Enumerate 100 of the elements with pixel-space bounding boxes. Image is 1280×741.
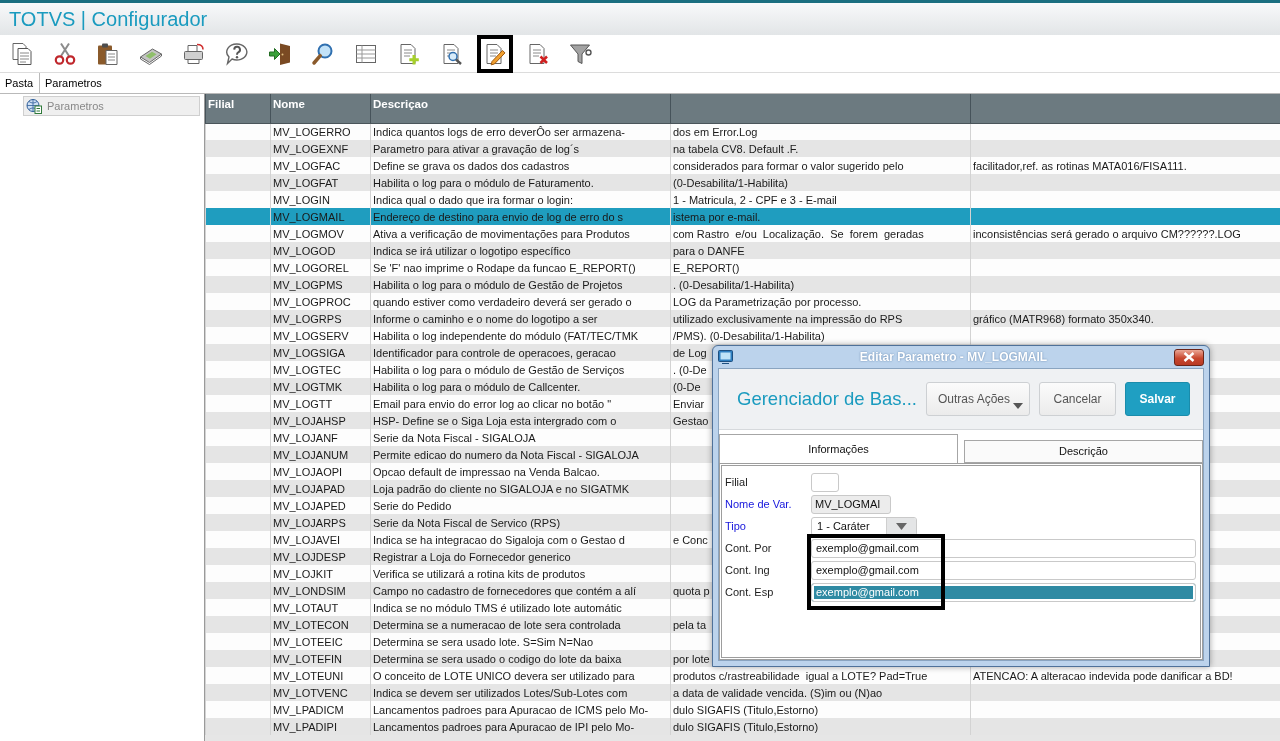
table-row[interactable]: MV_LOGOD Indica se irá utilizar o logotipo específico para o DANFE	[205, 242, 1280, 259]
description-continuation: Enviar	[673, 397, 705, 410]
parameter-name: MV_LOGFAT	[273, 176, 339, 189]
column-header[interactable]: Nome	[270, 94, 371, 123]
column-header[interactable]: Filial	[205, 94, 271, 123]
parameter-name: MV_LOGTMK	[273, 380, 343, 393]
parameter-name: MV_LPADICM	[273, 703, 344, 716]
tab[interactable]: Informações	[719, 434, 958, 464]
parameter-name: MV_LOJAVEI	[273, 533, 341, 546]
parameter-description: Indica quantos logs de erro deverÔo ser armazena-	[373, 125, 625, 138]
table-row[interactable]: MV_LOGPMS Habilita o log para o módulo de Gestão de Projetos . (0-Desabilita/1-Habilita)	[205, 276, 1280, 293]
table-row[interactable]: MV_LOTEUNI O conceito de LOTE UNICO devera ser utilizado para produtos c/rastreabilidade igual a LOTE? Pad=True ATENCAO: A alteracao indevida pode danificar a BD!	[205, 667, 1280, 684]
parameter-name: MV_LOGRPS	[273, 312, 342, 325]
parameter-description: Endereço de destino para envio de log de erro do s	[373, 210, 624, 223]
table-row[interactable]: MV_LOGRPS Informe o caminho e o nome do logotipo a ser utilizado exclusivamente na impressão do RPS gráfico (MATR968) formato 350x340.	[205, 310, 1280, 327]
parameter-description: Serie da Nota Fiscal - SIGALOJA	[373, 431, 536, 444]
parameter-description: Informe o caminho e o nome do logotipo a ser	[373, 312, 598, 325]
cancel-button[interactable]: Cancelar	[1039, 382, 1116, 416]
parameter-description: Serie do Pedido	[373, 499, 452, 512]
parameter-description: Habilita o log independente do módulo (FAT/TEC/TMK	[373, 329, 639, 342]
parameter-description: Determina se a numeracao de lote sera controlada	[373, 618, 621, 631]
parameter-description: Habilita o log para o módulo de Gestão de Serviços	[373, 363, 625, 376]
parameter-description: Indica se irá utilizar o logotipo específico	[373, 244, 571, 257]
description-continuation: ATENCAO: A alteracao indevida pode danificar a BD!	[973, 669, 1233, 682]
description-continuation: e Conc	[673, 533, 708, 546]
input-field[interactable]: exemplo@gmail.com	[811, 582, 1196, 602]
table-row[interactable]: MV_LPADICM Lancamentos padroes para Apuracao de ICMS pelo Mo- dulo SIGAFIS (Titulo,Estorno)	[205, 701, 1280, 718]
more-actions-button[interactable]: Outras Ações	[926, 382, 1030, 416]
parameter-name: MV_LOJAPED	[273, 499, 346, 512]
parameter-name: MV_LOGPMS	[273, 278, 343, 291]
parameter-name: MV_LOTEEIC	[273, 635, 343, 648]
parameter-name: MV_LOGIN	[273, 193, 330, 206]
description-continuation: . (0-Desabilita/1-Habilita)	[673, 278, 795, 291]
parameter-name: MV_LOTEUNI	[273, 669, 344, 682]
parameter-name: MV_LOTAUT	[273, 601, 339, 614]
table-row[interactable]: MV_LOTVENC Indica se devem ser utilizados Lotes/Sub-Lotes com a data de validade vencida. (S)im ou (N)ao	[205, 684, 1280, 701]
parameter-name: MV_LOGSIGA	[273, 346, 346, 359]
parameter-description: Permite edicao do numero da Nota Fiscal - SIGALOJA	[373, 448, 639, 461]
description-continuation: para o DANFE	[673, 244, 745, 257]
scissors-icon	[53, 41, 77, 66]
document-plus-icon	[397, 41, 421, 66]
parameter-description: Habilita o log para o módulo de Faturamento.	[373, 176, 594, 189]
copy-icon	[10, 41, 34, 66]
search-icon	[311, 41, 335, 66]
input-field[interactable]	[811, 472, 839, 492]
description-continuation: a data de validade vencida. (S)im ou (N)ao	[673, 686, 883, 699]
description-continuation: Gestao	[673, 414, 709, 427]
close-button[interactable]	[1174, 348, 1204, 366]
parameter-description: Se 'F' nao imprime o Rodape da funcao E_REPORT()	[373, 261, 636, 274]
parameter-name: MV_LOGSERV	[273, 329, 349, 342]
description-continuation: gráfico (MATR968) formato 350x340.	[973, 312, 1154, 325]
parameter-name: MV_LOGTEC	[273, 363, 341, 376]
field-label: Cont. Ing	[725, 562, 771, 578]
description-continuation: (0-De	[673, 380, 701, 393]
description-continuation: facilitador,ref. as rotinas MATA016/FISA111.	[973, 159, 1187, 172]
description-continuation: dulo SIGAFIS (Titulo,Estorno)	[673, 720, 819, 733]
parameter-description: Indica se ha integracao do Sigaloja com o Gestao d	[373, 533, 625, 546]
table-row[interactable]: MV_LOGIN Indica qual o dado que ira formar o login: 1 - Matricula, 2 - CPF e 3 - E-mail	[205, 191, 1280, 208]
table-row[interactable]: MV_LOGEXNF Parametro para ativar a gravação de log´s na tabela CV8. Default .F.	[205, 140, 1280, 157]
parameter-description: Define se grava os dados dos cadastros	[373, 159, 570, 172]
table-row[interactable]: MV_LPADIPI Lancamentos padroes para Apuracao de IPI pelo Mo- dulo SIGAFIS (Titulo,Estorno)	[205, 718, 1280, 735]
description-continuation: quota p	[673, 584, 710, 597]
table-row[interactable]: MV_LOGMAIL Endereço de destino para envio de log de erro do s istema por e-mail.	[205, 208, 1280, 225]
description-continuation: /PMS). (0-Desabilita/1-Habilita)	[673, 329, 825, 342]
parameter-name: MV_LOJAPAD	[273, 482, 345, 495]
document-x-icon	[526, 41, 550, 66]
parameter-name: MV_LOGTT	[273, 397, 333, 410]
parameter-description: Determina se sera usado o codigo do lote da baixa	[373, 652, 622, 665]
parameter-name: MV_LOTVENC	[273, 686, 348, 699]
parameter-name: MV_LOJARPS	[273, 516, 346, 529]
panel-title: Parametros	[44, 76, 102, 91]
description-continuation: por lote	[673, 652, 710, 665]
table-row[interactable]: MV_LOGFAC Define se grava os dados dos cadastros considerados para formar o valor sugerido pelo facilitador,ref. as rotinas MATA016/FISA111.	[205, 157, 1280, 174]
column-header[interactable]: Descriçao	[370, 94, 671, 123]
description-continuation: . (0-De	[673, 363, 707, 376]
table-row[interactable]: MV_LOGSERV Habilita o log independente do módulo (FAT/TEC/TMK /PMS). (0-Desabilita/1-Habilita)	[205, 327, 1280, 344]
description-continuation: dos em Error.Log	[673, 125, 758, 138]
parameter-description: Indica se no módulo TMS é utilizado lote automátic	[373, 601, 622, 614]
app-title: TOTVS | Configurador	[9, 9, 208, 29]
parameter-description: Lancamentos padroes para Apuracao de IPI pelo Mo-	[373, 720, 635, 733]
table-row[interactable]: MV_LOGOREL Se 'F' nao imprime o Rodape da funcao E_REPORT() E_REPORT()	[205, 259, 1280, 276]
parameter-name: MV_LOTEFIN	[273, 652, 343, 665]
parameter-description: quando estiver como verdadeiro deverá ser gerado o	[373, 295, 632, 308]
tab[interactable]: Descrição	[964, 440, 1203, 463]
parameter-description: Verifica se utilizará a rotina kits de produtos	[373, 567, 586, 580]
parameter-description: O conceito de LOTE UNICO devera ser utilizado para	[373, 669, 635, 682]
description-continuation: de Log	[673, 346, 707, 359]
parameter-description: Parametro para ativar a gravação de log´s	[373, 142, 580, 155]
parameter-name: MV_LOGOD	[273, 244, 336, 257]
parameter-name: MV_LOGFAC	[273, 159, 341, 172]
table-row[interactable]: MV_LOGMOV Ativa a verificação de movimentações para Produtos com Rastro e/ou Localização. Se forem geradas inconsistências será gerado o arquivo CM??????.LOG	[205, 225, 1280, 242]
monitor-icon	[718, 350, 733, 364]
table-row[interactable]: MV_LOGFAT Habilita o log para o módulo de Faturamento. (0-Desabilita/1-Habilita)	[205, 174, 1280, 191]
parameter-description: Determina se sera usado lote. S=Sim N=Nao	[373, 635, 594, 648]
description-continuation: (0-Desabilita/1-Habilita)	[673, 176, 788, 189]
description-continuation: com Rastro e/ou Localização. Se forem geradas	[673, 227, 924, 240]
table-row[interactable]: MV_LOGPROC quando estiver como verdadeiro deverá ser gerado o LOG da Parametrização por processo.	[205, 293, 1280, 310]
folder-tab[interactable]: Pasta	[0, 73, 40, 93]
description-continuation: considerados para formar o valor sugerido pelo	[673, 159, 904, 172]
description-continuation: inconsistências será gerado o arquivo CM??????.LOG	[973, 227, 1241, 240]
